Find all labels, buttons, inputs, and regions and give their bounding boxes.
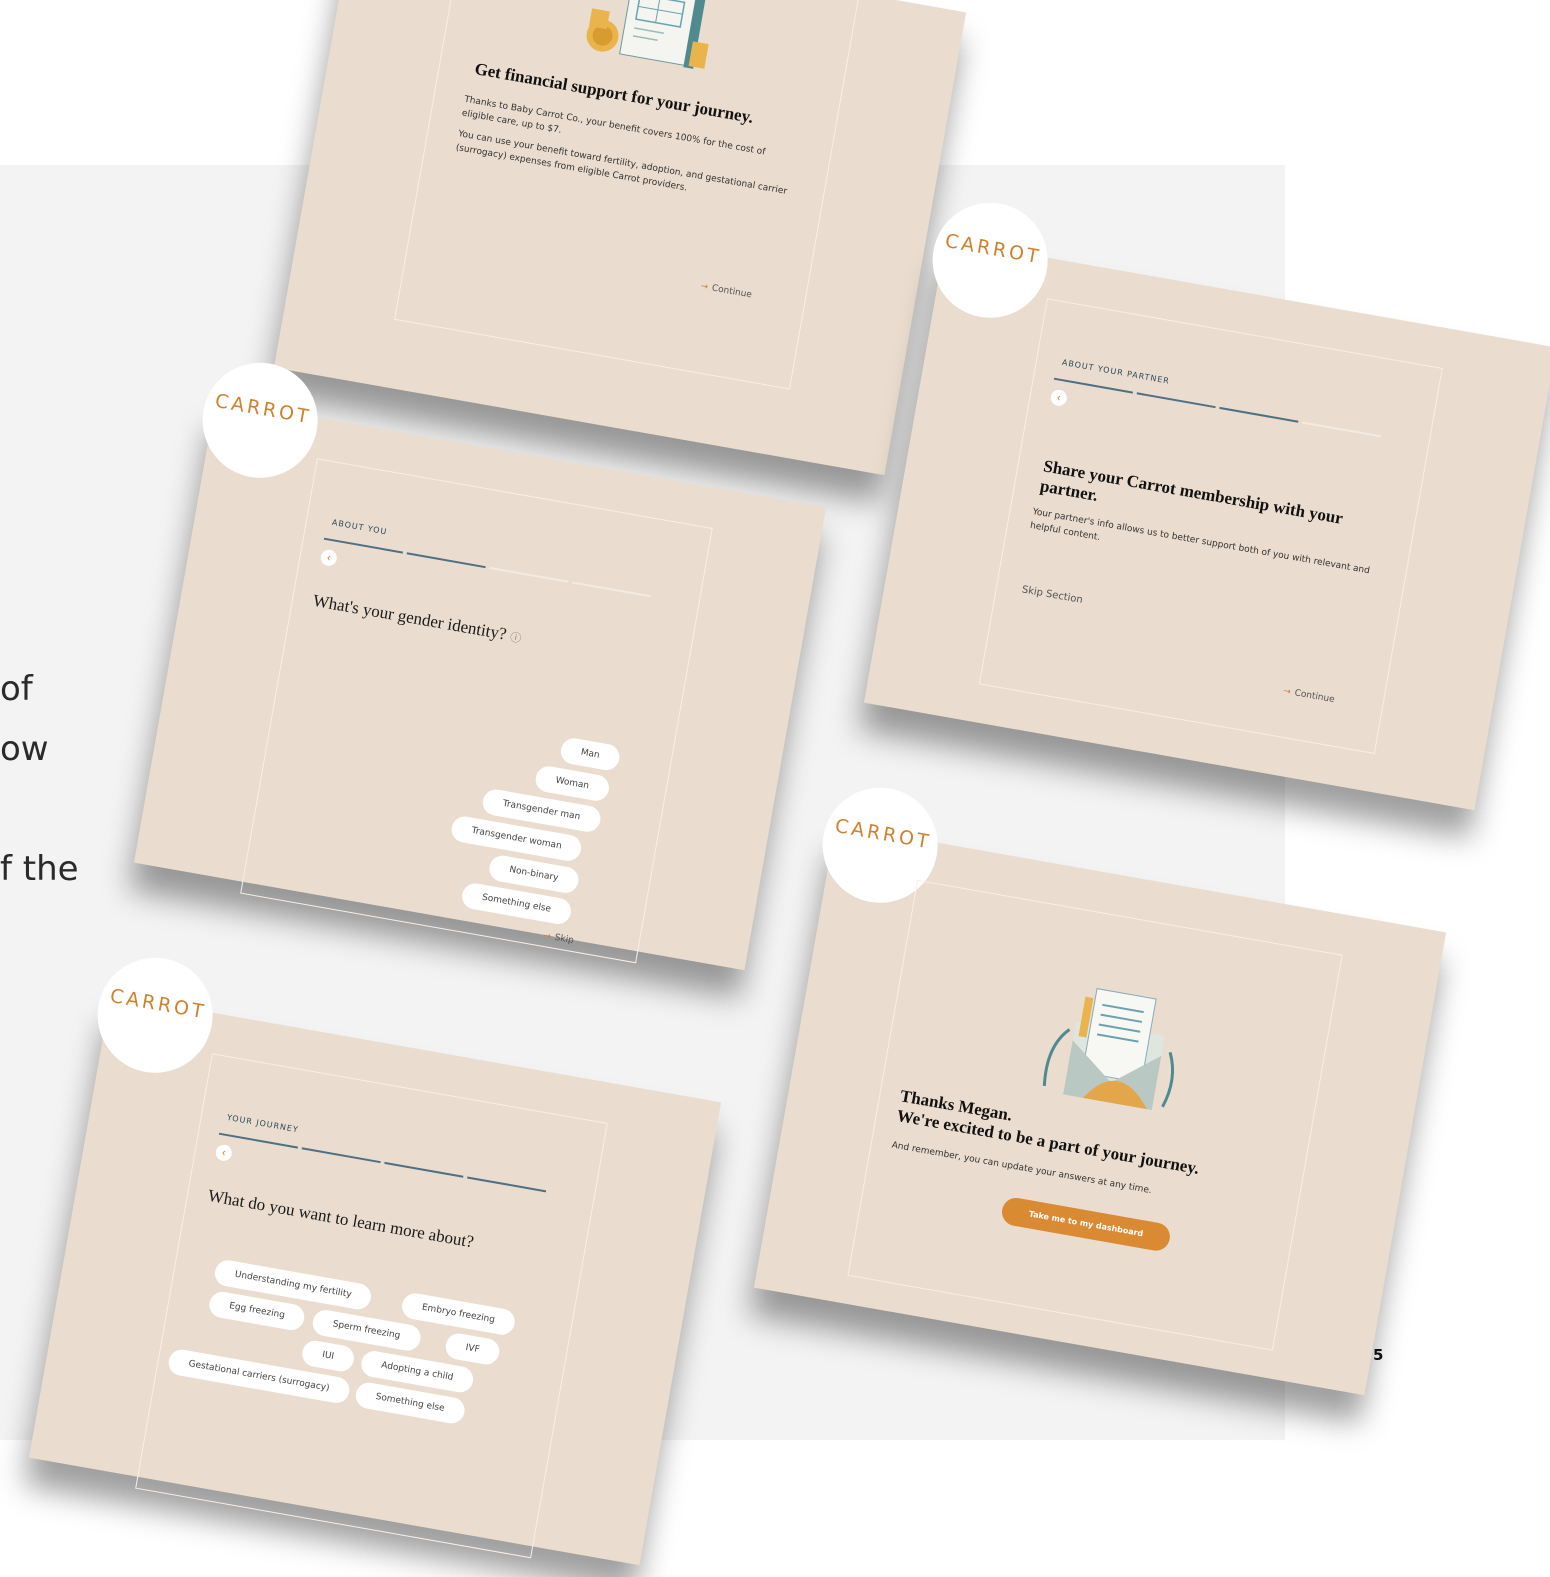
back-button[interactable]: ‹ [319,548,339,568]
progress-segment [572,581,652,598]
content-frame: Thanks Megan. We're excited to be a part… [847,879,1343,1351]
slide-text-line-1: of [0,669,33,709]
financial-continue-button[interactable]: → Continue [700,282,753,301]
option-woman[interactable]: Woman [533,764,611,803]
progress-segment [1302,421,1382,438]
slide-text-line-3: f the [0,849,79,889]
envelope-letter-illustration [1042,988,1175,1110]
carrot-logo: CARROT [108,984,209,1024]
journey-question: What do you want to learn more about? [206,1185,476,1252]
progress-bar [1053,377,1382,438]
dashboard-button[interactable]: Take me to my dashboard [999,1195,1173,1253]
section-label: ABOUT YOU [331,517,388,537]
progress-segment [323,537,403,554]
question-text: What's your gender identity? [311,590,508,644]
progress-bar [218,1132,547,1193]
slide-text-line-2: ow [0,729,49,769]
progress-segment [406,552,486,569]
progress-segment [489,566,569,583]
skip-section-link[interactable]: Skip Section [1021,584,1084,606]
info-icon[interactable]: ⓘ [509,632,522,646]
progress-segment [218,1132,298,1149]
carrot-logo: CARROT [213,389,314,429]
option-ivf[interactable]: IVF [443,1331,502,1367]
page-number: 5 [1373,1346,1384,1364]
back-button[interactable]: ‹ [214,1143,234,1163]
progress-segment [384,1161,464,1178]
progress-segment [1053,377,1133,394]
content-frame: Get financial support for your journey. … [394,0,864,390]
progress-segment [1136,392,1216,409]
content-frame: YOUR JOURNEY ‹ What do you want to learn… [135,1053,608,1559]
progress-bar [323,537,652,598]
arrow-right-icon: → [1282,686,1292,698]
arrow-right-icon: → [699,281,709,293]
slide-body-text: of ow f the [0,665,110,905]
back-button[interactable]: ‹ [1049,388,1069,408]
option-iui[interactable]: IUI [300,1338,356,1374]
progress-segment [301,1147,381,1164]
option-man[interactable]: Man [558,736,622,773]
section-label: YOUR JOURNEY [226,1112,300,1135]
content-frame: ABOUT YOU ‹ What's your gender identity?… [240,458,713,964]
gender-question: What's your gender identity? ⓘ [311,591,669,673]
chevron-left-icon: ‹ [325,551,332,565]
partner-continue-button[interactable]: → Continue [1282,686,1335,705]
progress-segment [1219,406,1299,423]
chevron-left-icon: ‹ [220,1146,227,1160]
content-frame: ABOUT YOUR PARTNER ‹ Share your Carrot m… [978,298,1443,755]
arrow-right-icon: → [542,930,552,943]
carrot-logo: CARROT [943,229,1044,269]
carrot-logo: CARROT [833,814,934,854]
skip-button[interactable]: → Skip [543,931,575,946]
chevron-left-icon: ‹ [1055,391,1062,405]
progress-segment [467,1176,547,1193]
document-coins-illustration [586,0,710,69]
